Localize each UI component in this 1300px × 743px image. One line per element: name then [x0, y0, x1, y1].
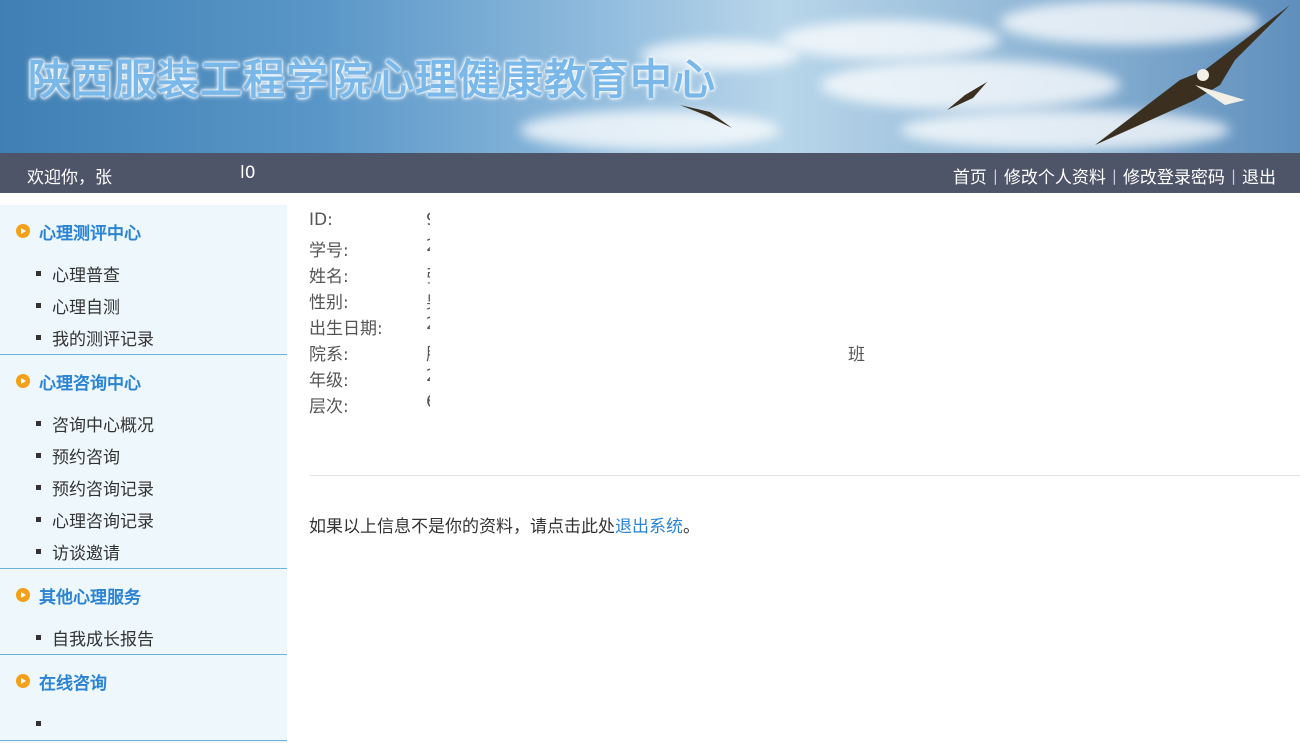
profile-row-student-number: 学号: 2 [309, 236, 1300, 262]
sidebar-item-label: 心理自测 [52, 297, 120, 318]
exit-system-link[interactable]: 退出系统 [615, 517, 683, 537]
square-bullet-icon [36, 334, 41, 340]
notice-suffix: 。 [683, 517, 700, 537]
profile-value: 9 [426, 210, 430, 230]
profile-row-id: ID: 9 [309, 210, 1300, 236]
sidebar-section-online-counseling[interactable]: 在线咨询 [0, 655, 287, 707]
sidebar-item-book-appointment[interactable]: 预约咨询 [0, 439, 287, 471]
square-bullet-icon [36, 516, 41, 522]
sidebar-section-items: 心理普查 心理自测 我的测评记录 [0, 257, 287, 355]
sidebar-section-assessment[interactable]: 心理测评中心 [0, 205, 287, 257]
sidebar-section-items [0, 707, 287, 741]
welcome-text: 欢迎你，张 [27, 168, 112, 188]
profile-label: 姓名: [309, 267, 349, 287]
square-bullet-icon [36, 420, 41, 426]
sidebar-item-label: 我的测评记录 [52, 329, 154, 350]
sidebar-item-survey[interactable]: 心理普查 [0, 257, 287, 289]
top-links: 首页 | 修改个人资料 | 修改登录密码 | 退出 [953, 163, 1276, 189]
sidebar-item-label: 预约咨询 [52, 447, 120, 468]
profile-info: ID: 9 学号: 2 姓名: 张 性别: 男 出生日期: 2 院系: 服 班 … [309, 210, 1300, 418]
nav-separator: | [1230, 166, 1236, 185]
play-circle-icon [16, 588, 30, 602]
welcome-user-suffix: l0 [240, 163, 256, 183]
square-bullet-icon [36, 270, 41, 276]
sidebar-item-center-overview[interactable]: 咨询中心概况 [0, 407, 287, 439]
sidebar-section-other-services[interactable]: 其他心理服务 [0, 569, 287, 621]
sidebar-section-label: 心理咨询中心 [39, 373, 141, 394]
profile-row-grade: 年级: 2 [309, 366, 1300, 392]
sidebar-section-items: 自我成长报告 [0, 621, 287, 655]
square-bullet-icon [36, 302, 41, 308]
profile-label: 层次: [309, 397, 349, 417]
notice-text: 如果以上信息不是你的资料，请点击此处退出系统。 [309, 512, 700, 537]
profile-value: 2 [426, 314, 430, 334]
sidebar: 心理测评中心 心理普查 心理自测 我的测评记录 心理咨询中心 咨询中心概况 预约… [0, 205, 287, 743]
square-bullet-icon [36, 452, 41, 458]
top-nav-bar: 欢迎你，张 l0 首页 | 修改个人资料 | 修改登录密码 | 退出 [0, 153, 1300, 193]
profile-row-birthdate: 出生日期: 2 [309, 314, 1300, 340]
site-title: 陕西服装工程学院心理健康教育中心 [28, 55, 717, 104]
content-divider [309, 475, 1300, 476]
sidebar-item-self-test[interactable]: 心理自测 [0, 289, 287, 321]
profile-row-department: 院系: 服 班 [309, 340, 1300, 366]
change-password-link[interactable]: 修改登录密码 [1123, 163, 1225, 188]
notice-message: 如果以上信息不是你的资料，请点击此处 [309, 517, 615, 537]
sidebar-section-label: 在线咨询 [39, 673, 107, 694]
profile-label: 性别: [309, 293, 349, 313]
eagle-large-icon [1095, 5, 1290, 145]
square-bullet-icon [36, 634, 41, 640]
profile-row-level: 层次: 6 [309, 392, 1300, 418]
logout-link[interactable]: 退出 [1242, 163, 1276, 188]
sidebar-item-label: 自我成长报告 [52, 629, 154, 650]
square-bullet-icon [36, 720, 41, 726]
profile-value-class: 班 [848, 345, 865, 365]
sidebar-item-label: 心理普查 [52, 265, 120, 286]
home-link[interactable]: 首页 [953, 163, 987, 188]
sidebar-section-items: 咨询中心概况 预约咨询 预约咨询记录 心理咨询记录 访谈邀请 [0, 407, 287, 569]
sidebar-section-counseling[interactable]: 心理咨询中心 [0, 355, 287, 407]
nav-separator: | [992, 166, 998, 185]
play-circle-icon [16, 224, 30, 238]
square-bullet-icon [36, 484, 41, 490]
profile-row-name: 姓名: 张 [309, 262, 1300, 288]
eagle-small-icon [947, 82, 987, 110]
sidebar-item-appointment-records[interactable]: 预约咨询记录 [0, 471, 287, 503]
profile-label: 院系: [309, 345, 349, 365]
sidebar-section-label: 其他心理服务 [39, 587, 141, 608]
sidebar-item-counseling-records[interactable]: 心理咨询记录 [0, 503, 287, 535]
edit-profile-link[interactable]: 修改个人资料 [1004, 163, 1106, 188]
sidebar-section-label: 心理测评中心 [39, 223, 141, 244]
profile-value: 张 [426, 262, 430, 287]
nav-separator: | [1111, 166, 1117, 185]
sidebar-item-growth-report[interactable]: 自我成长报告 [0, 621, 287, 653]
profile-value: 服 [426, 340, 430, 365]
sidebar-item-label: 预约咨询记录 [52, 479, 154, 500]
profile-value: 2 [426, 366, 430, 386]
play-circle-icon [16, 374, 30, 388]
play-circle-icon [16, 674, 30, 688]
profile-value: 2 [426, 236, 430, 256]
profile-label: ID: [309, 210, 333, 230]
profile-label: 出生日期: [309, 319, 383, 339]
profile-value: 男 [426, 288, 430, 313]
profile-label: 年级: [309, 371, 349, 391]
profile-label: 学号: [309, 241, 349, 261]
square-bullet-icon [36, 548, 41, 554]
sidebar-item-my-records[interactable]: 我的测评记录 [0, 321, 287, 353]
profile-row-gender: 性别: 男 [309, 288, 1300, 314]
sidebar-item-label: 心理咨询记录 [52, 511, 154, 532]
sidebar-item-label: 咨询中心概况 [52, 415, 154, 436]
sidebar-item-label: 访谈邀请 [52, 543, 120, 564]
header-banner: 陕西服装工程学院心理健康教育中心 [0, 0, 1300, 153]
sidebar-item-online[interactable] [0, 707, 287, 739]
profile-value: 6 [426, 392, 430, 412]
sidebar-item-interview-invite[interactable]: 访谈邀请 [0, 535, 287, 567]
